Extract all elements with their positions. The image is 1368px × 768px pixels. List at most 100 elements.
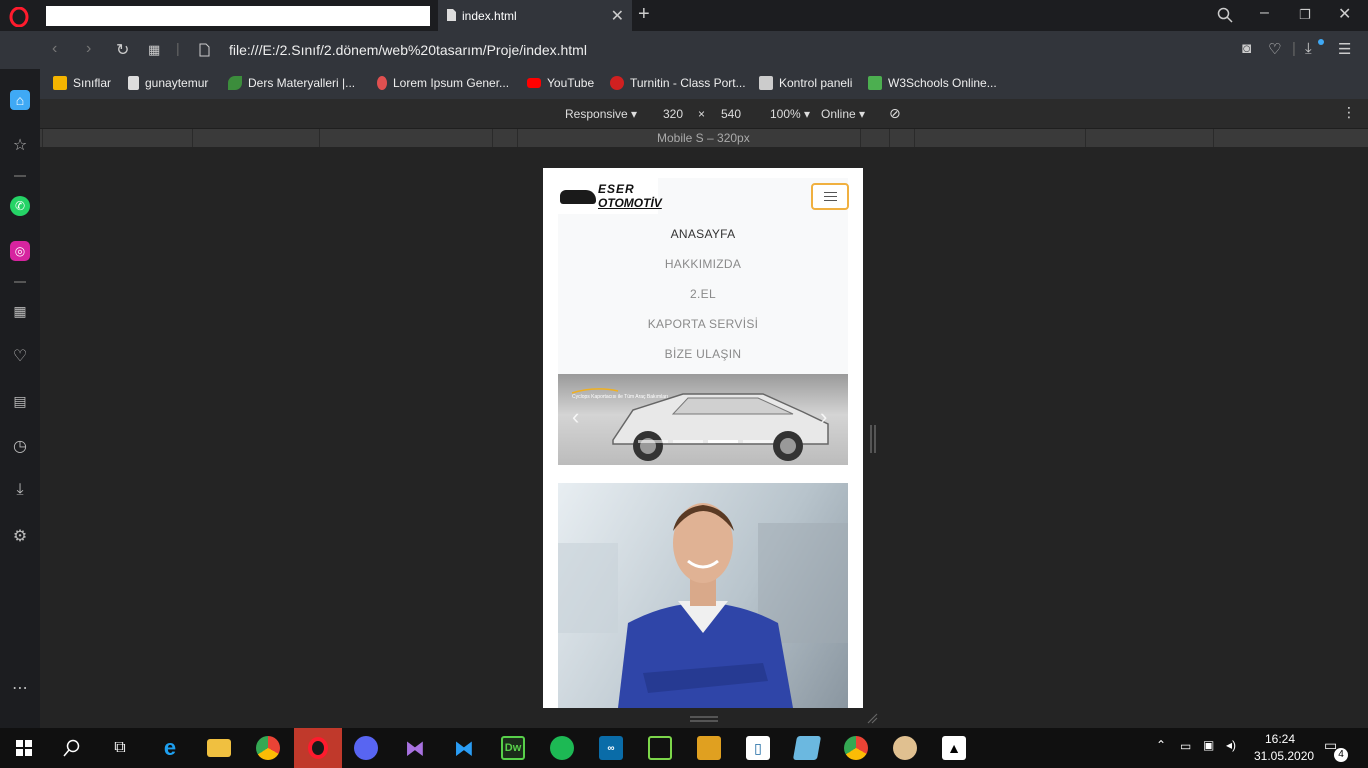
close-window-icon[interactable]: ✕ — [1338, 4, 1351, 24]
carousel-indicator[interactable] — [743, 440, 773, 443]
discord-icon[interactable] — [354, 736, 378, 760]
windows-taskbar: ⧉ e ⧓ ⧓ Dw ∞ ▯ ▲ ⌃ ▭ ▣ ◂) 16:24 31.05.20… — [0, 728, 1368, 768]
news-icon[interactable]: ▤ — [10, 391, 30, 411]
slide-caption: Cyclops Kaportacısı ile Tüm Araç Bakımla… — [572, 394, 669, 400]
opera-logo-icon[interactable] — [9, 7, 29, 27]
clock-time: 16:24 — [1264, 732, 1296, 746]
active-tab[interactable]: index.html ✕ — [438, 0, 632, 31]
history-icon[interactable]: ◷ — [10, 436, 30, 456]
url-input[interactable]: file:///E:/2.Sınıf/2.dönem/web%20tasarım… — [229, 42, 587, 58]
volume-icon[interactable]: ◂) — [1226, 738, 1236, 752]
search-icon[interactable] — [1217, 7, 1233, 23]
search-icon[interactable] — [63, 739, 81, 757]
chrome-icon[interactable] — [844, 736, 868, 760]
bookmark-item[interactable]: gunaytemur — [128, 76, 208, 90]
task-view-icon[interactable]: ⧉ — [108, 736, 132, 760]
pin-icon — [377, 76, 387, 90]
spotify-icon[interactable] — [550, 736, 574, 760]
device-select[interactable]: Responsive ▾ — [565, 107, 637, 121]
page-info-icon[interactable] — [199, 43, 210, 57]
nav-link-about[interactable]: HAKKIMIZDA — [558, 257, 848, 271]
bookmark-item[interactable]: YouTube — [527, 76, 594, 90]
network-icon[interactable]: ▣ — [1203, 738, 1214, 752]
clock-date: 31.05.2020 — [1254, 749, 1315, 763]
height-input[interactable]: 540 — [721, 107, 741, 121]
bookmark-item[interactable]: Kontrol paneli — [759, 76, 852, 90]
bookmark-item[interactable]: W3Schools Online... — [868, 76, 997, 90]
downloads-icon[interactable]: ⤓ — [10, 480, 30, 500]
zoom-select[interactable]: 100% ▾ — [770, 107, 810, 121]
heart-icon[interactable]: ♡ — [10, 346, 30, 366]
paint-icon[interactable] — [893, 736, 917, 760]
leaf-icon — [228, 76, 242, 90]
image-carousel: Cyclops Kaportacısı ile Tüm Araç Bakımla… — [558, 374, 848, 465]
terminal-icon[interactable] — [648, 736, 672, 760]
whatsapp-icon[interactable]: ✆ — [10, 196, 30, 216]
car-icon — [560, 190, 596, 204]
mechanic-image — [558, 503, 848, 708]
bookmark-item[interactable]: Ders Materyalleri |... — [228, 76, 355, 90]
navbar-toggler-button[interactable] — [811, 183, 849, 210]
windows-start-icon[interactable] — [16, 740, 32, 756]
vscode-icon[interactable]: ⧓ — [452, 736, 476, 760]
restore-icon[interactable]: ❐ — [1299, 7, 1311, 23]
anydesk-icon[interactable]: ▯ — [746, 736, 770, 760]
arduino-icon[interactable]: ∞ — [599, 736, 623, 760]
snapshot-icon[interactable]: ◙ — [1242, 40, 1251, 57]
file-explorer-icon[interactable] — [207, 739, 231, 757]
settings-icon[interactable]: ⚙ — [10, 526, 30, 546]
throttle-select[interactable]: Online ▾ — [821, 107, 865, 121]
forward-icon[interactable]: › — [86, 40, 91, 58]
carousel-indicator[interactable] — [673, 440, 703, 443]
resize-handle-right[interactable] — [870, 425, 876, 453]
more-icon[interactable]: ⋯ — [10, 678, 30, 698]
opera-taskbar-active[interactable] — [294, 728, 342, 768]
carousel-prev-icon[interactable]: ‹ — [572, 404, 579, 430]
w3schools-icon — [868, 76, 882, 90]
bookmark-item[interactable]: Lorem Ipsum Gener... — [377, 76, 509, 90]
instagram-icon[interactable]: ◎ — [10, 241, 30, 261]
notepad-icon[interactable] — [792, 736, 822, 760]
resize-corner-icon[interactable] — [866, 712, 878, 724]
nav-link-home[interactable]: ANASAYFA — [558, 227, 848, 241]
downloads-icon[interactable]: ⤓ — [1305, 40, 1312, 57]
heart-icon[interactable]: ♡ — [1268, 40, 1281, 58]
site-logo[interactable]: ESER OTOMOTİV — [558, 178, 662, 214]
carousel-indicator[interactable] — [708, 440, 738, 443]
rotate-icon[interactable]: ⊘ — [889, 105, 901, 122]
tools-icon[interactable] — [697, 736, 721, 760]
minimize-icon[interactable]: – — [1260, 4, 1269, 22]
resize-handle-bottom[interactable] — [690, 716, 718, 722]
tab-close-icon[interactable]: ✕ — [611, 6, 624, 26]
tray-overflow-icon[interactable]: ⌃ — [1156, 738, 1166, 752]
bookmarks-bar: Sınıflar gunaytemur Ders Materyalleri |.… — [40, 69, 1368, 99]
clock[interactable]: 16:24 31.05.2020 — [1254, 732, 1315, 763]
chrome-icon[interactable] — [256, 736, 280, 760]
photos-icon[interactable]: ▲ — [942, 736, 966, 760]
reload-icon[interactable]: ↻ — [116, 40, 129, 60]
media-query-label: Mobile S – 320px — [657, 131, 750, 145]
carousel-next-icon[interactable]: › — [820, 404, 827, 430]
internet-explorer-icon[interactable]: e — [158, 735, 182, 760]
back-icon[interactable]: ‹ — [52, 40, 57, 58]
bookmark-item[interactable]: Sınıflar — [53, 76, 111, 90]
speed-dial-icon[interactable]: ▦ — [10, 301, 30, 321]
width-input[interactable]: 320 — [663, 107, 683, 121]
more-options-icon[interactable]: ⋮ — [1342, 104, 1356, 121]
easy-setup-icon[interactable]: ☰ — [1338, 40, 1351, 58]
carousel-indicator[interactable] — [638, 440, 668, 443]
bookmark-item[interactable]: Turnitin - Class Port... — [610, 76, 746, 90]
blank-tab[interactable] — [46, 6, 430, 26]
star-icon[interactable]: ☆ — [10, 135, 30, 155]
document-icon — [128, 76, 139, 90]
nav-link-contact[interactable]: BİZE ULAŞIN — [558, 347, 848, 361]
nav-link-bodywork[interactable]: KAPORTA SERVİSİ — [558, 317, 848, 331]
tabs-grid-icon[interactable]: ▦ — [148, 42, 160, 58]
new-tab-button[interactable]: + — [638, 3, 650, 26]
dreamweaver-icon[interactable]: Dw — [501, 736, 525, 760]
home-icon[interactable]: ⌂ — [10, 90, 30, 110]
address-bar: ‹ › ↻ ▦ | file:///E:/2.Sınıf/2.dönem/web… — [0, 31, 1368, 69]
nav-link-used-cars[interactable]: 2.EL — [558, 287, 848, 301]
battery-icon[interactable]: ▭ — [1180, 739, 1191, 753]
visual-studio-icon[interactable]: ⧓ — [403, 736, 427, 760]
